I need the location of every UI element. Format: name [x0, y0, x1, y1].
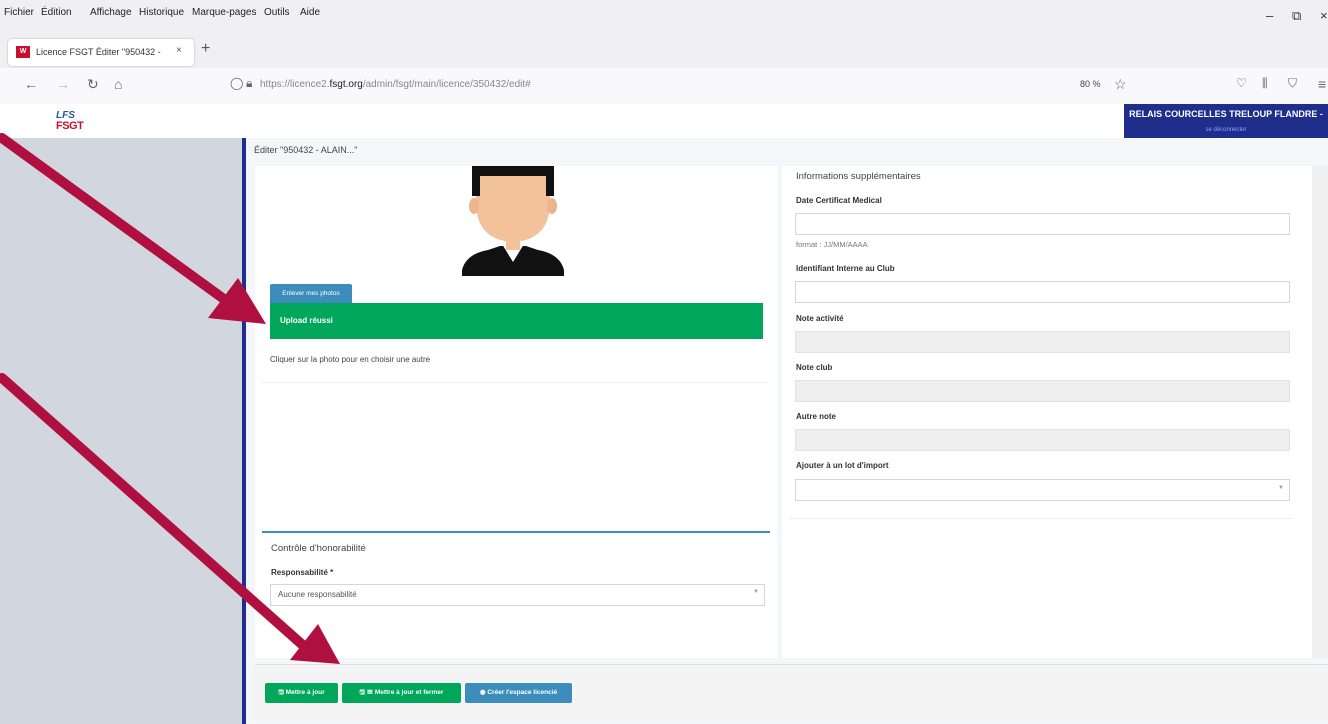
- club-id-label: Identifiant Interne au Club: [796, 264, 895, 273]
- import-lot-label: Ajouter à un lot d'import: [796, 461, 889, 470]
- responsibility-value: Aucune responsabilité: [278, 590, 357, 599]
- responsibility-select[interactable]: Aucune responsabilité ▼: [270, 584, 765, 606]
- lock-icon[interactable]: 🔒︎: [246, 76, 252, 91]
- info-section-title: Informations supplémentaires: [796, 171, 921, 182]
- import-lot-select[interactable]: ▼: [795, 479, 1290, 501]
- menu-aide[interactable]: Aide: [300, 7, 320, 18]
- honor-section-title: Contrôle d'honorabilité: [271, 543, 366, 554]
- browser-menubar: Fichier Édition Affichage Historique Mar…: [0, 0, 1328, 34]
- activity-note-input: [795, 331, 1290, 353]
- bookmark-star-icon[interactable]: ☆: [1114, 76, 1127, 93]
- save-list-icon: 🖫︎ ☰: [359, 689, 375, 696]
- medical-date-input[interactable]: [795, 213, 1290, 235]
- logout-link[interactable]: se déconnecter: [1124, 127, 1328, 133]
- hamburger-menu-icon[interactable]: ≡: [1318, 76, 1326, 92]
- close-window-icon[interactable]: ×: [1320, 8, 1328, 23]
- save-icon: 🖫︎: [278, 689, 286, 696]
- other-note-label: Autre note: [796, 412, 836, 421]
- back-icon[interactable]: ←: [24, 76, 38, 92]
- page-title-bar: Éditer "950432 - ALAIN...": [246, 138, 1328, 166]
- responsibility-label: Responsabilité *: [271, 568, 334, 577]
- menu-edition[interactable]: Édition: [41, 7, 72, 18]
- medical-date-label: Date Certificat Medical: [796, 196, 882, 205]
- browser-navbar: ← → ↻ ⌂ ◯ 🔒︎ https://licence2.fsgt.org/a…: [0, 68, 1328, 105]
- other-note-input: [795, 429, 1290, 451]
- scrollbar[interactable]: [1312, 166, 1328, 658]
- menu-historique[interactable]: Historique: [139, 7, 184, 18]
- menu-affichage[interactable]: Affichage: [90, 7, 132, 18]
- divider: [789, 518, 1294, 519]
- logo-line-2: FSGT: [56, 120, 84, 132]
- update-button[interactable]: 🖫︎ Mettre à jour: [265, 683, 338, 703]
- fsgt-favicon-icon: W: [16, 46, 30, 58]
- menu-fichier[interactable]: Fichier: [4, 7, 34, 18]
- forward-icon[interactable]: →: [56, 76, 70, 92]
- browser-tab[interactable]: W Licence FSGT Éditer "950432 - ×: [8, 39, 194, 66]
- minimize-icon[interactable]: –: [1266, 8, 1273, 23]
- pocket-icon[interactable]: ♡: [1236, 76, 1247, 90]
- date-format-help: format : JJ/MM/AAAA: [796, 240, 868, 249]
- remove-photos-button[interactable]: Enlever mes photos: [270, 284, 352, 304]
- library-icon[interactable]: ⫼: [1262, 76, 1268, 91]
- chevron-down-icon: ▼: [1278, 485, 1284, 491]
- update-close-button-label: Mettre à jour et fermer: [374, 689, 444, 696]
- zoom-level[interactable]: 80 %: [1080, 79, 1101, 89]
- create-member-space-button[interactable]: ◉ Créer l'espace licencié: [465, 683, 572, 703]
- club-name: RELAIS COURCELLES TRELOUP FLANDRE -: [1129, 109, 1323, 119]
- tab-title: Licence FSGT Éditer "950432 -: [36, 47, 161, 57]
- photo-hint: Cliquer sur la photo pour en choisir une…: [270, 355, 431, 364]
- upload-success-alert: Upload réussi: [270, 303, 763, 339]
- menu-marque-pages[interactable]: Marque-pages: [192, 7, 256, 18]
- upload-success-text: Upload réussi: [280, 316, 333, 325]
- menu-outils[interactable]: Outils: [264, 7, 290, 18]
- page-title: Éditer "950432 - ALAIN...": [254, 145, 358, 155]
- url-bar[interactable]: https://licence2.fsgt.org/admin/fsgt/mai…: [260, 79, 531, 90]
- reload-icon[interactable]: ↻: [87, 76, 99, 93]
- chevron-down-icon: ▼: [753, 589, 759, 595]
- sidebar: [0, 138, 242, 724]
- activity-note-label: Note activité: [796, 314, 844, 323]
- club-id-input[interactable]: [795, 281, 1290, 303]
- honor-box-border: [262, 531, 770, 533]
- new-tab-icon[interactable]: +: [201, 40, 210, 58]
- restore-icon[interactable]: ⧉: [1292, 8, 1301, 24]
- app-header: LFS FSGT RELAIS COURCELLES TRELOUP FLAND…: [0, 104, 1328, 144]
- browser-tabbar: [0, 34, 1328, 68]
- profile-photo[interactable]: [462, 166, 564, 276]
- club-note-input: [795, 380, 1290, 402]
- extension-shield-icon[interactable]: ⛉: [1288, 76, 1297, 91]
- home-icon[interactable]: ⌂: [114, 76, 122, 92]
- create-space-button-label: Créer l'espace licencié: [487, 689, 558, 696]
- club-note-label: Note club: [796, 363, 833, 372]
- update-and-close-button[interactable]: 🖫︎ ☰ Mettre à jour et fermer: [342, 683, 461, 703]
- tab-close-icon[interactable]: ×: [176, 45, 182, 56]
- update-button-label: Mettre à jour: [285, 689, 325, 696]
- divider: [262, 382, 767, 383]
- shield-icon[interactable]: ◯: [230, 76, 243, 90]
- fsgt-logo[interactable]: LFS FSGT: [56, 110, 90, 132]
